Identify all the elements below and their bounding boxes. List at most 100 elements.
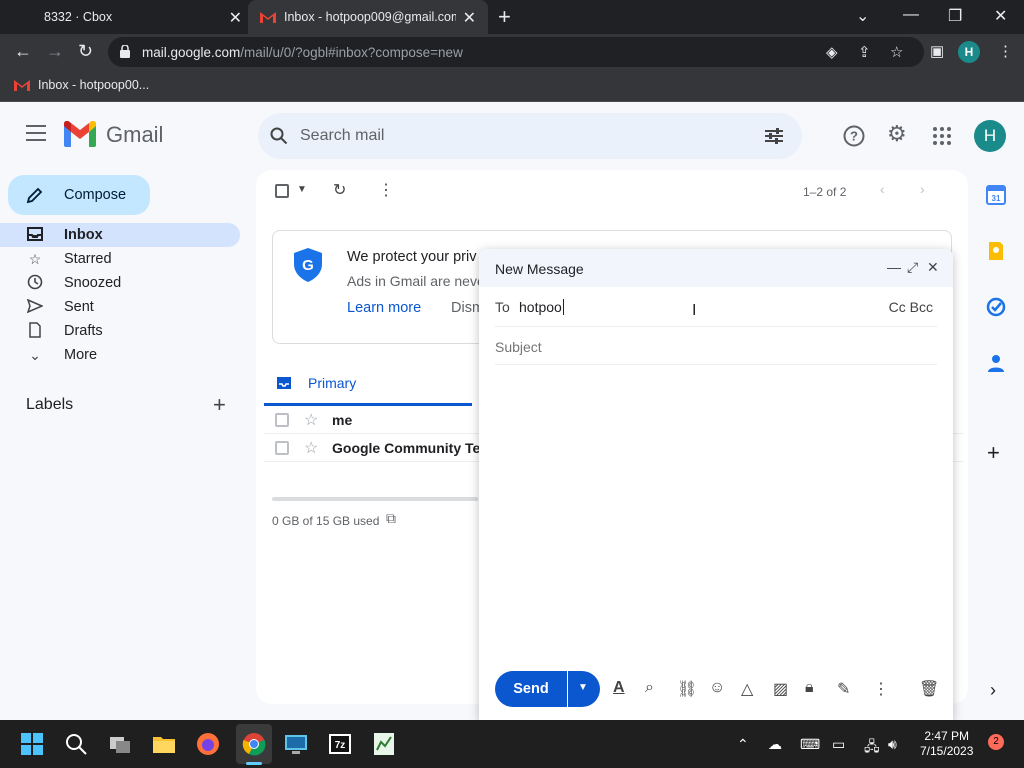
- side-panel-icon[interactable]: ▣: [930, 42, 944, 60]
- help-icon[interactable]: ?: [843, 125, 865, 147]
- star-icon[interactable]: ☆: [304, 438, 318, 458]
- remote-desktop-icon[interactable]: [284, 732, 308, 756]
- browser-tab-gmail[interactable]: Inbox - hotpoop009@gmail.com ✕: [248, 0, 488, 34]
- forward-arrow-icon[interactable]: →: [46, 41, 64, 62]
- sidebar-item-sent[interactable]: Sent: [0, 295, 240, 319]
- compose-button[interactable]: Compose: [8, 175, 150, 215]
- storage-usage-text: 0 GB of 15 GB used: [272, 514, 380, 528]
- search-icon[interactable]: [270, 127, 288, 145]
- external-link-icon[interactable]: ⧉: [386, 510, 396, 527]
- more-options-icon[interactable]: ⋮: [873, 679, 889, 699]
- signature-pen-icon[interactable]: ✎: [837, 679, 850, 699]
- close-icon[interactable]: ✕: [229, 8, 242, 28]
- windows-start-icon[interactable]: [20, 732, 44, 756]
- display-icon[interactable]: ▭: [832, 736, 845, 753]
- insert-photo-icon[interactable]: ▨: [773, 679, 788, 699]
- back-arrow-icon[interactable]: ←: [14, 41, 32, 62]
- show-side-panel-chevron-icon[interactable]: ›: [990, 680, 996, 701]
- seven-zip-icon[interactable]: 7z: [328, 732, 352, 756]
- search-input[interactable]: Search mail: [300, 127, 384, 145]
- pencil-icon: [26, 187, 43, 204]
- search-options-icon[interactable]: [764, 127, 784, 145]
- minimize-icon[interactable]: —: [903, 6, 919, 24]
- sidebar-item-inbox[interactable]: Inbox: [0, 223, 240, 247]
- tasks-icon[interactable]: [986, 297, 1006, 317]
- next-page-icon[interactable]: ›: [920, 181, 925, 197]
- tab-primary[interactable]: Primary: [264, 366, 472, 406]
- firefox-icon[interactable]: [196, 732, 220, 756]
- row-checkbox[interactable]: [275, 441, 289, 455]
- close-icon[interactable]: ✕: [463, 8, 476, 28]
- add-addon-plus-icon[interactable]: +: [987, 440, 1000, 466]
- subject-input[interactable]: [495, 339, 935, 355]
- bookmark-star-icon[interactable]: ☆: [890, 43, 903, 61]
- insert-link-icon[interactable]: ⛓: [677, 679, 697, 699]
- storage-usage-bar: [272, 497, 478, 501]
- svg-text:G: G: [302, 257, 314, 274]
- close-icon[interactable]: ✕: [927, 259, 939, 276]
- minimize-icon[interactable]: —: [887, 259, 901, 275]
- add-label-plus-icon[interactable]: +: [213, 392, 226, 418]
- sidebar-item-snoozed[interactable]: Snoozed: [0, 271, 240, 295]
- refresh-icon[interactable]: ↻: [333, 180, 346, 200]
- to-input[interactable]: hotpoo: [519, 299, 564, 315]
- more-vertical-icon[interactable]: ⋮: [378, 180, 394, 200]
- browser-tab-cbox[interactable]: 8332 · Cbox ✕: [0, 0, 248, 34]
- select-dropdown-icon[interactable]: ▼: [297, 184, 307, 195]
- fullscreen-icon[interactable]: ⤢: [907, 259, 918, 276]
- svg-text:31: 31: [992, 194, 1001, 203]
- star-icon[interactable]: ☆: [304, 410, 318, 430]
- system-clock[interactable]: 2:47 PM 7/15/2023: [920, 729, 973, 759]
- search-icon[interactable]: [64, 732, 88, 756]
- sidebar-item-more[interactable]: ⌄ More: [0, 343, 240, 367]
- apps-grid-icon[interactable]: [933, 127, 951, 145]
- formatting-icon[interactable]: A: [613, 679, 625, 697]
- schedule-send-dropdown[interactable]: ▼: [568, 671, 600, 707]
- keep-icon[interactable]: [986, 241, 1006, 261]
- sidebar-item-starred[interactable]: ☆ Starred: [0, 247, 240, 271]
- emoji-icon[interactable]: ☺: [709, 679, 725, 697]
- share-icon[interactable]: ⇪: [858, 43, 871, 61]
- notification-badge[interactable]: 2: [988, 734, 1004, 750]
- tab-search-chevron-icon[interactable]: ⌄: [856, 6, 869, 26]
- subject-field-row[interactable]: [495, 329, 937, 365]
- sidebar-item-label: More: [64, 347, 98, 363]
- chrome-profile-avatar[interactable]: H: [958, 41, 980, 63]
- drive-icon[interactable]: △: [741, 679, 753, 699]
- attach-paperclip-icon[interactable]: ⌕: [645, 679, 654, 697]
- keyboard-icon[interactable]: ⌨: [800, 736, 820, 753]
- chrome-menu-icon[interactable]: ⋮: [998, 42, 1013, 60]
- chrome-icon[interactable]: [242, 732, 266, 756]
- search-bar[interactable]: Search mail: [258, 113, 802, 159]
- show-hidden-icons-chevron-icon[interactable]: ⌃: [737, 736, 749, 753]
- confidential-lock-icon[interactable]: 🔒︎: [805, 679, 814, 697]
- onedrive-cloud-icon[interactable]: ☁: [768, 736, 782, 753]
- file-explorer-icon[interactable]: [152, 732, 176, 756]
- learn-more-link[interactable]: Learn more: [347, 300, 421, 316]
- lens-icon[interactable]: ◈: [826, 43, 838, 61]
- calendar-icon[interactable]: 31: [986, 185, 1006, 205]
- reload-icon[interactable]: ↻: [78, 41, 93, 62]
- address-bar[interactable]: mail.google.com/mail/u/0/?ogbl#inbox?com…: [108, 37, 924, 67]
- window-close-icon[interactable]: ✕: [994, 6, 1007, 26]
- volume-icon[interactable]: 🔊︎: [888, 736, 897, 753]
- cc-bcc-link[interactable]: Cc Bcc: [889, 299, 933, 315]
- discard-trash-icon[interactable]: 🗑︎: [919, 679, 939, 699]
- restore-icon[interactable]: ❐: [948, 6, 962, 26]
- task-view-icon[interactable]: [108, 732, 132, 756]
- account-avatar[interactable]: H: [974, 120, 1006, 152]
- prev-page-icon[interactable]: ‹: [880, 181, 885, 197]
- new-tab-plus-icon[interactable]: +: [498, 4, 511, 30]
- spreadsheet-app-icon[interactable]: [372, 732, 396, 756]
- send-button[interactable]: Send: [495, 671, 567, 707]
- to-field-row[interactable]: To hotpoo Cc Bcc: [495, 289, 937, 327]
- contacts-icon[interactable]: [986, 353, 1006, 373]
- sidebar-item-drafts[interactable]: Drafts: [0, 319, 240, 343]
- network-icon[interactable]: 🖧︎: [864, 736, 880, 760]
- settings-gear-icon[interactable]: ⚙: [887, 121, 907, 147]
- tab-title: 8332 · Cbox: [44, 10, 113, 24]
- row-checkbox[interactable]: [275, 413, 289, 427]
- bookmark-inbox[interactable]: Inbox - hotpoop00...: [14, 78, 149, 92]
- main-menu-icon[interactable]: [26, 125, 46, 141]
- select-all-checkbox[interactable]: [275, 184, 289, 198]
